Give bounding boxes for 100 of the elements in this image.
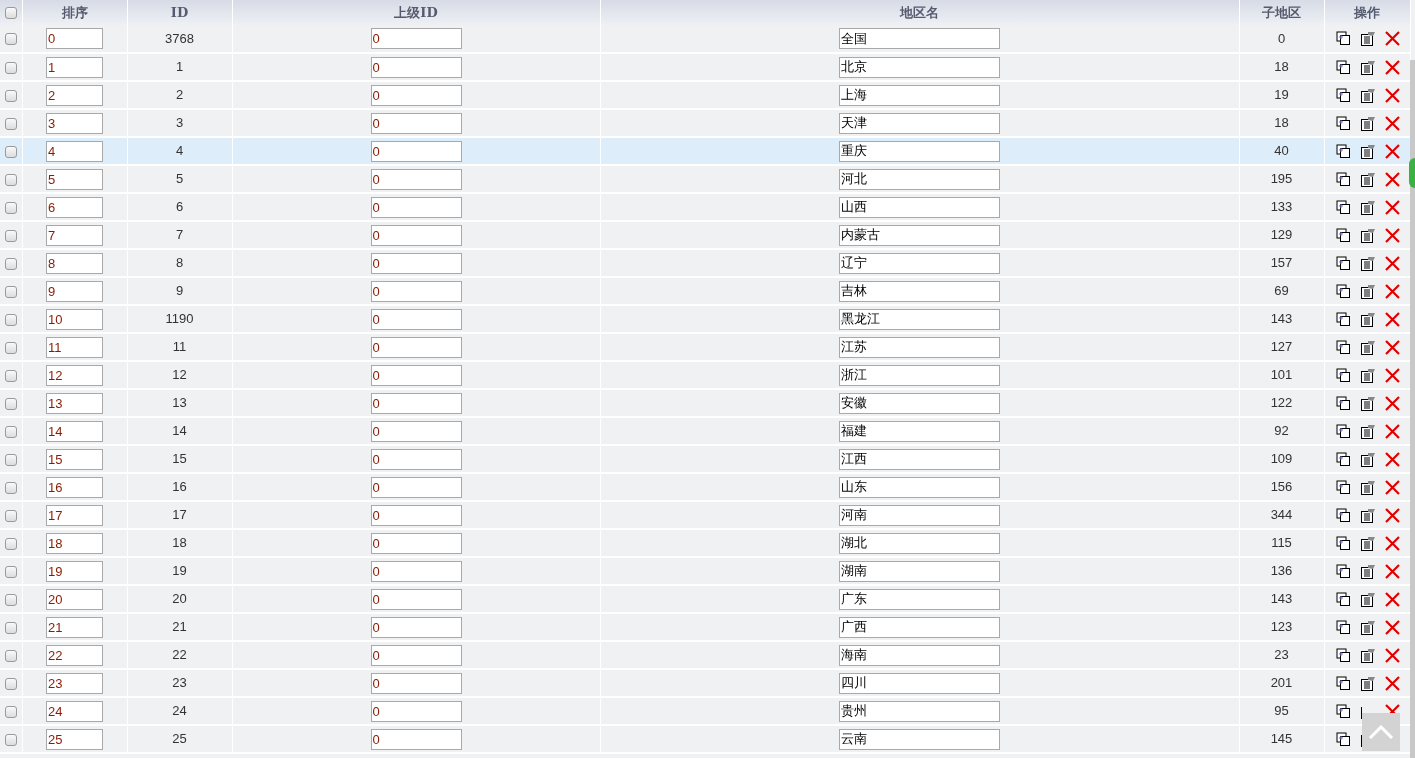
copy-icon[interactable]: [1335, 591, 1351, 607]
delete-icon[interactable]: [1384, 227, 1400, 243]
sort-input[interactable]: 18: [46, 532, 103, 554]
delete-icon[interactable]: [1384, 199, 1400, 215]
parent-id-input[interactable]: 0: [370, 364, 462, 386]
delete-icon[interactable]: [1384, 451, 1400, 467]
copy-icon[interactable]: [1335, 31, 1351, 46]
region-name-input[interactable]: 上海: [839, 84, 1000, 106]
checkbox[interactable]: [4, 565, 17, 578]
region-name-input[interactable]: 安徽: [839, 392, 1000, 414]
parent-id-input[interactable]: 0: [370, 252, 462, 274]
sort-input[interactable]: 3: [46, 112, 103, 134]
sort-input[interactable]: 6: [46, 196, 103, 218]
region-name-input[interactable]: 全国: [839, 28, 1000, 50]
delete-icon[interactable]: [1384, 647, 1400, 663]
checkbox[interactable]: [4, 369, 17, 382]
checkbox[interactable]: [4, 705, 17, 718]
parent-id-input[interactable]: 0: [370, 28, 462, 50]
region-name-input[interactable]: 浙江: [839, 364, 1000, 386]
delete-icon[interactable]: [1384, 535, 1400, 551]
checkbox[interactable]: [4, 677, 17, 690]
parent-id-input[interactable]: 0: [370, 224, 462, 246]
copy-icon[interactable]: [1335, 283, 1351, 299]
parent-id-input[interactable]: 0: [370, 532, 462, 554]
checkbox[interactable]: [4, 145, 17, 158]
sort-input[interactable]: 24: [46, 700, 103, 722]
sort-input[interactable]: 13: [46, 392, 103, 414]
region-name-input[interactable]: 广东: [839, 588, 1000, 610]
region-name-input[interactable]: 重庆: [839, 140, 1000, 162]
checkbox[interactable]: [4, 509, 17, 522]
region-name-input[interactable]: 河南: [839, 504, 1000, 526]
parent-id-input[interactable]: 0: [370, 728, 462, 750]
delete-icon[interactable]: [1384, 367, 1400, 383]
parent-id-input[interactable]: 0: [370, 392, 462, 414]
floating-widget-icon[interactable]: [1409, 158, 1415, 188]
copy-icon[interactable]: [1335, 87, 1351, 103]
sort-input[interactable]: 1: [46, 56, 103, 78]
sort-input[interactable]: 15: [46, 448, 103, 470]
copy-icon[interactable]: [1335, 367, 1351, 383]
parent-id-input[interactable]: 0: [370, 140, 462, 162]
checkbox[interactable]: [4, 313, 17, 326]
region-name-input[interactable]: 云南: [839, 728, 1000, 750]
delete-icon[interactable]: [1384, 87, 1400, 103]
checkbox[interactable]: [4, 117, 17, 130]
parent-id-input[interactable]: 0: [370, 448, 462, 470]
delete-icon[interactable]: [1384, 563, 1400, 579]
copy-icon[interactable]: [1335, 115, 1351, 131]
delete-icon[interactable]: [1384, 143, 1400, 159]
checkbox[interactable]: [4, 285, 17, 298]
parent-id-input[interactable]: 0: [370, 616, 462, 638]
checkbox[interactable]: [4, 201, 17, 214]
delete-icon[interactable]: [1384, 619, 1400, 635]
checkbox[interactable]: [4, 89, 17, 102]
copy-icon[interactable]: [1335, 619, 1351, 635]
sort-input[interactable]: 19: [46, 560, 103, 582]
checkbox[interactable]: [4, 593, 17, 606]
parent-id-input[interactable]: 0: [370, 196, 462, 218]
parent-id-input[interactable]: 0: [370, 588, 462, 610]
parent-id-input[interactable]: 0: [370, 476, 462, 498]
sort-input[interactable]: 2: [46, 84, 103, 106]
copy-icon[interactable]: [1335, 647, 1351, 663]
sort-input[interactable]: 7: [46, 224, 103, 246]
region-name-input[interactable]: 天津: [839, 112, 1000, 134]
sort-input[interactable]: 22: [46, 644, 103, 666]
region-name-input[interactable]: 黑龙江: [839, 308, 1000, 330]
delete-icon[interactable]: [1384, 31, 1400, 46]
delete-icon[interactable]: [1384, 703, 1400, 713]
delete-icon[interactable]: [1384, 255, 1400, 271]
region-name-input[interactable]: 湖北: [839, 532, 1000, 554]
sort-input[interactable]: 0: [46, 28, 103, 50]
parent-id-input[interactable]: 0: [370, 644, 462, 666]
copy-icon[interactable]: [1335, 339, 1351, 355]
delete-icon[interactable]: [1384, 311, 1400, 327]
sort-input[interactable]: 9: [46, 280, 103, 302]
delete-icon[interactable]: [1384, 395, 1400, 411]
parent-id-input[interactable]: 0: [370, 336, 462, 358]
copy-icon[interactable]: [1335, 199, 1351, 215]
checkbox[interactable]: [4, 649, 17, 662]
sort-input[interactable]: 21: [46, 616, 103, 638]
copy-icon[interactable]: [1335, 563, 1351, 579]
region-name-input[interactable]: 福建: [839, 420, 1000, 442]
region-name-input[interactable]: 辽宁: [839, 252, 1000, 274]
delete-icon[interactable]: [1384, 479, 1400, 495]
delete-icon[interactable]: [1384, 423, 1400, 439]
copy-icon[interactable]: [1335, 479, 1351, 495]
parent-id-input[interactable]: 0: [370, 168, 462, 190]
region-name-input[interactable]: 内蒙古: [839, 224, 1000, 246]
sort-input[interactable]: 10: [46, 308, 103, 330]
copy-icon[interactable]: [1335, 535, 1351, 551]
sort-input[interactable]: 11: [46, 336, 103, 358]
checkbox[interactable]: [4, 61, 17, 74]
parent-id-input[interactable]: 0: [370, 672, 462, 694]
checkbox[interactable]: [4, 425, 17, 438]
parent-id-input[interactable]: 0: [370, 700, 462, 722]
copy-icon[interactable]: [1335, 255, 1351, 271]
parent-id-input[interactable]: 0: [370, 560, 462, 582]
sort-input[interactable]: 5: [46, 168, 103, 190]
region-name-input[interactable]: 广西: [839, 616, 1000, 638]
checkbox[interactable]: [4, 453, 17, 466]
parent-id-input[interactable]: 0: [370, 112, 462, 134]
